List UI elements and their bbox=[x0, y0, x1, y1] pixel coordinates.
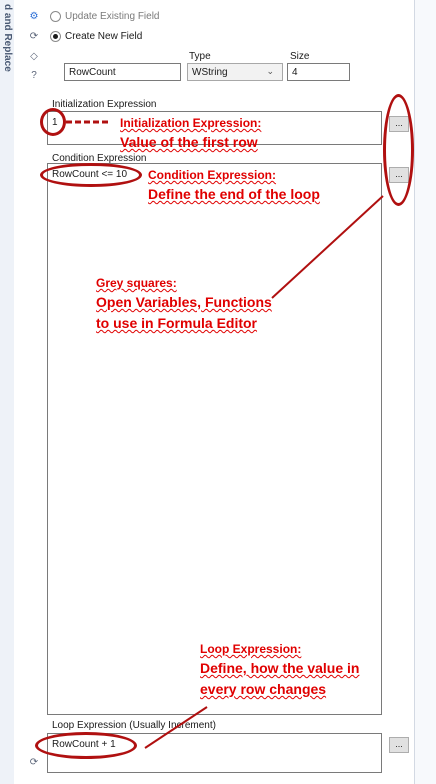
init-annotation-body: Value of the first row bbox=[120, 134, 258, 150]
grey-squares-annotation-line1: Open Variables, Functions bbox=[96, 294, 272, 310]
condition-annotation-body: Define the end of the loop bbox=[148, 186, 320, 202]
init-annotation-title: Initialization Expression: bbox=[120, 116, 262, 130]
loop-annotation-line2: every row changes bbox=[200, 681, 327, 697]
grey-squares-annotation-title: Grey squares: bbox=[96, 276, 177, 290]
loop-annotation-line1: Define, how the value in bbox=[200, 660, 360, 676]
loop-annotation-title: Loop Expression: bbox=[200, 642, 302, 656]
grey-squares-annotation-line2: to use in Formula Editor bbox=[96, 315, 258, 331]
condition-annotation-title: Condition Expression: bbox=[148, 168, 277, 182]
